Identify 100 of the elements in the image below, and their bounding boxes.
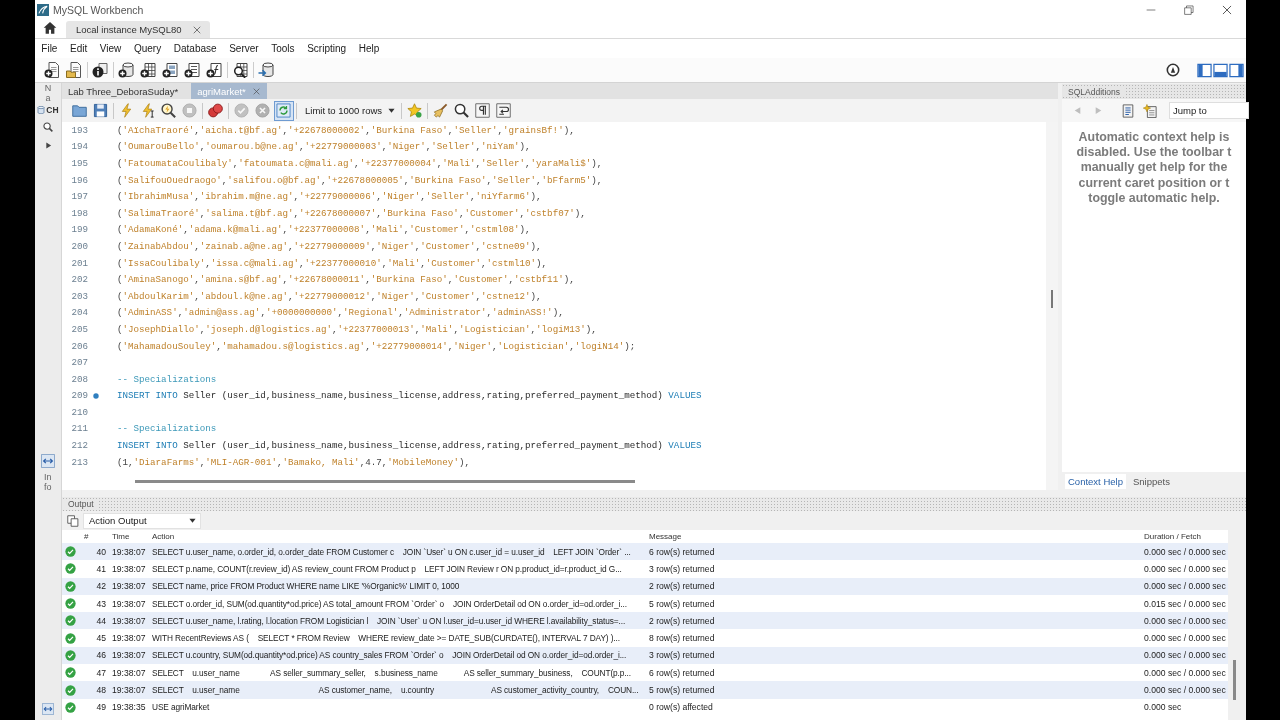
document-icon[interactable]: [1121, 103, 1135, 118]
info-icon[interactable]: [92, 62, 108, 78]
message-text: 3 row(s) returned: [648, 563, 716, 574]
schemas-label[interactable]: CH: [46, 104, 59, 115]
list-plus-icon[interactable]: [184, 62, 200, 78]
close-icon[interactable]: [192, 25, 201, 34]
message-text: 6 row(s) returned: [648, 667, 716, 678]
action-text: SELECT u.user_name, o.order_id, o.order_date FROM Customer c JOIN `User` u ON c.user_id = u.user_id LEFT JOIN `Order` ...: [151, 546, 632, 557]
menu-item[interactable]: Database: [167, 43, 223, 54]
line-number: 204: [70, 307, 88, 319]
time-text: 19:38:07: [111, 546, 147, 557]
message-text: 2 row(s) returned: [648, 581, 716, 592]
row-number: 42: [95, 581, 107, 592]
vertical-scrollbar[interactable]: [1051, 290, 1053, 308]
vertical-scrollbar[interactable]: [1233, 660, 1236, 700]
search-icon[interactable]: [43, 121, 53, 132]
database-plus-icon[interactable]: [118, 62, 134, 78]
duration-text: 0.000 sec / 0.000 sec: [1143, 650, 1227, 661]
line-number: 208: [70, 373, 88, 385]
line-number: 198: [70, 207, 88, 219]
window-plus-icon[interactable]: [162, 62, 178, 78]
action-text: WITH RecentReviews AS ( SELECT * FROM Review WHERE review_date >= DATE_SUB(CURDATE(), INTERVAL 7 DAY) )...: [151, 633, 621, 644]
code-line: INSERT INTO Seller (user_id,business_name,business_license,address,rating,preferred_payment_method) VALUES: [117, 440, 702, 452]
copy-icon[interactable]: [67, 514, 79, 527]
row-number: 46: [95, 650, 107, 661]
caret-icon[interactable]: [388, 107, 395, 114]
duration-text: 0.000 sec / 0.000 sec: [1143, 667, 1227, 678]
table-search-icon[interactable]: [232, 62, 248, 78]
sidebar-right-icon[interactable]: [1228, 62, 1244, 78]
line-number: 205: [70, 323, 88, 335]
ring-icon[interactable]: [1166, 63, 1180, 77]
panel-bottom-icon[interactable]: [1212, 62, 1228, 78]
menu-item[interactable]: Tools: [264, 43, 301, 54]
message-text: 3 row(s) returned: [648, 650, 716, 661]
navigator-label[interactable]: Na: [43, 84, 53, 104]
jump-to-field[interactable]: Jump to: [1169, 102, 1249, 119]
time-text: 19:38:07: [111, 563, 147, 574]
duration-text: 0.000 sec / 0.000 sec: [1143, 615, 1227, 626]
line-number: 213: [70, 456, 88, 468]
code-line: ('OumarouBello','oumarou.b@ne.ag','+22779000003','Niger','Seller','niYam'),: [117, 141, 531, 153]
message-text: 6 row(s) returned: [648, 546, 716, 557]
time-text: 19:38:07: [111, 615, 147, 626]
context-help-text: Automatic context help is disabled. Use the toolbar t manually get help for the current caret position or t toggle automatic help.: [1075, 130, 1233, 206]
column-header[interactable]: Duration / Fetch: [1140, 532, 1228, 541]
close-icon[interactable]: [1222, 5, 1232, 15]
function-plus-icon[interactable]: [206, 62, 222, 78]
duration-text: 0.000 sec / 0.000 sec: [1143, 685, 1227, 695]
document-plus-icon[interactable]: [44, 62, 60, 78]
line-number: 209: [70, 390, 88, 402]
database-arrow-icon[interactable]: [258, 62, 274, 78]
column-header[interactable]: Time: [108, 532, 148, 541]
editor-tab[interactable]: Lab Three_DeboraSuday*: [62, 83, 186, 99]
time-text: 19:38:07: [111, 650, 147, 661]
action-text: SELECT o.order_id, SUM(od.quantity*od.price) AS total_amount FROM `Order` o JOIN OrderDetail od ON o.order_id=od.order_i...: [151, 598, 628, 609]
row-number: 48: [95, 685, 107, 695]
panel-title: SQLAdditions: [1062, 86, 1124, 97]
caret-icon[interactable]: [44, 141, 52, 149]
panel-title: Output: [62, 499, 98, 509]
menu-item[interactable]: Help: [352, 43, 386, 54]
menu-item[interactable]: Scripting: [300, 43, 353, 54]
duration-text: 0.000 sec / 0.000 sec: [1143, 546, 1227, 557]
row-number: 44: [95, 615, 107, 626]
menu-item[interactable]: View: [93, 43, 128, 54]
caret-icon[interactable]: [189, 517, 196, 524]
line-number: 197: [70, 191, 88, 203]
row-number: 40: [95, 546, 107, 557]
home-icon[interactable]: [43, 21, 57, 35]
code-line: ('AbdoulKarim','abdoul.k@ne.ag','+22779000012','Niger','Customer','cstne12'),: [117, 290, 542, 302]
duration-text: 0.000 sec / 0.000 sec: [1143, 563, 1227, 574]
menu-item[interactable]: Query: [127, 43, 168, 54]
menu-item[interactable]: Edit: [63, 43, 94, 54]
output-view-dropdown[interactable]: Action Output: [83, 512, 201, 529]
panel-tab[interactable]: Snippets: [1129, 473, 1173, 489]
panel-tab[interactable]: Context Help: [1065, 473, 1126, 489]
horizontal-scrollbar[interactable]: [135, 480, 635, 484]
menu-item[interactable]: Server: [222, 43, 265, 54]
column-header[interactable]: #: [80, 532, 108, 541]
double-arrow-icon[interactable]: [42, 703, 54, 715]
action-text: SELECT u.country, SUM(od.quantity*od.price) AS country_sales FROM `Order` o JOIN OrderDetail od ON o.order_id=od.order_i...: [151, 650, 628, 661]
restore-icon[interactable]: [1184, 5, 1194, 15]
line-number: 193: [70, 124, 88, 136]
document-folder-icon[interactable]: [66, 62, 82, 78]
connection-tab[interactable]: Local instance MySQL80: [66, 21, 210, 38]
table-plus-icon[interactable]: [140, 62, 156, 78]
info-label[interactable]: Info: [43, 472, 53, 493]
line-number: 206: [70, 340, 88, 352]
line-number: 203: [70, 290, 88, 302]
duration-text: 0.000 sec: [1143, 702, 1183, 713]
message-text: 5 row(s) returned: [648, 685, 716, 695]
action-text: SELECT u.user_name, l.rating, l.location FROM Logistician l JOIN `User` u ON l.user_id=u.user_id WHERE l.availability_status=...: [151, 615, 627, 626]
menu-item[interactable]: File: [35, 43, 64, 54]
code-line: (1,'DiaraFarms','MLI-AGR-001','Bamako, Mali',4.7,'MobileMoney'),: [117, 456, 470, 468]
limit-rows-dropdown[interactable]: Limit to 1000 rows: [299, 102, 399, 119]
row-number: 43: [95, 598, 107, 609]
sidebar-left-icon[interactable]: [1196, 62, 1212, 78]
time-text: 19:38:07: [111, 581, 147, 592]
column-header[interactable]: Message: [645, 532, 1140, 541]
row-number: 41: [95, 563, 107, 574]
sparkle-document-icon[interactable]: [1143, 103, 1157, 118]
column-header[interactable]: Action: [148, 532, 645, 541]
